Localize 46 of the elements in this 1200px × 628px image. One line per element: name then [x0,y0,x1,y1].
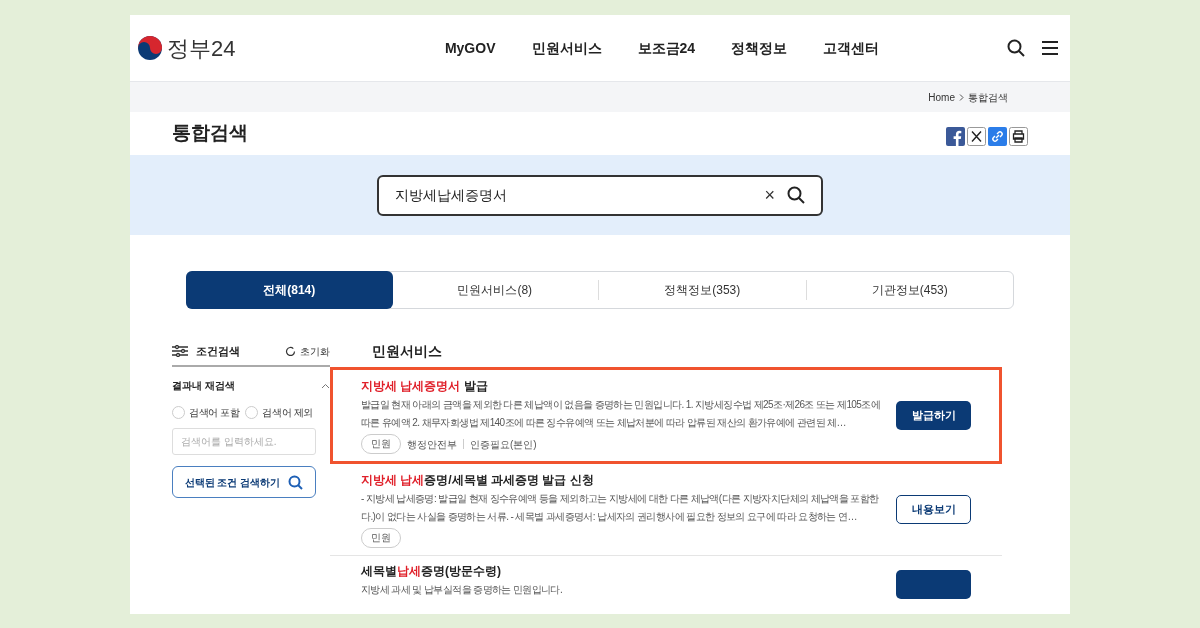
reset-button[interactable]: 초기화 [285,343,330,359]
section-title: 결과내 재검색 [172,379,235,393]
nav-link[interactable]: 민원서비스 [531,37,602,59]
meta-text: 행정안전부 [407,437,457,452]
search-icon [288,474,304,490]
result-description: 발급일 현재 아래의 금액을 제외한 다른 체납액이 없음을 증명하는 민원입니다. 1. 지방세징수법 제25조·제26조 또는 제105조에 따른 유예액 2. 채무자회생법 제140조에 따른 징수유예액 또는 체납처분에 따라 압류된 재산의 환가유예에 관련된 체… [361,398,882,430]
tab[interactable]: 정책정보(353) [599,272,806,308]
menu-icon[interactable] [1041,40,1059,56]
result-title[interactable]: 지방세 납세증명서 발급 [361,377,884,396]
action-button[interactable]: 발급하기 [896,401,971,430]
breadcrumb-current: 통합검색 [968,90,1008,105]
clear-button[interactable]: × [764,181,775,209]
nav-link[interactable]: 고객센터 [823,37,880,59]
result-description: 지방세 과세 및 납부실적을 증명하는 민원입니다. [361,583,564,597]
sidebar-title: 조건검색 [196,343,240,359]
x-icon[interactable] [967,127,986,146]
link-icon[interactable] [988,127,1007,146]
chevron-up-icon[interactable] [321,382,330,389]
search-conditions-button[interactable]: 선택된 조건 검색하기 [172,466,316,498]
logo-text[interactable]: 정부24 [167,31,236,65]
input-field[interactable]: 검색어를 입력하세요. [172,428,316,455]
nav-link[interactable]: 보조금24 [637,37,696,59]
result-title[interactable]: 세목별납세증명(방문수령) [361,562,884,581]
radio-option[interactable]: 검색어 포함 [172,405,240,420]
chevron-icon [959,93,964,101]
search-icon[interactable] [1007,39,1025,57]
search-icon[interactable] [787,186,805,204]
logo-icon [137,35,163,61]
nav-link[interactable]: MyGOV [444,37,496,59]
facebook-icon[interactable] [946,127,965,146]
tab[interactable]: 전체(814) [186,271,393,309]
radio-option[interactable]: 검색어 제외 [245,405,313,420]
reset-icon [285,345,296,357]
filter-icon [172,345,188,357]
nav-link[interactable]: 정책정보 [731,37,788,59]
breadcrumb-link[interactable]: Home [928,89,955,105]
page-title: 통합검색 [172,121,248,146]
tab[interactable]: 기관정보(453) [806,272,1013,308]
search-field[interactable]: 지방세납세증명서 × [377,174,823,216]
result-description: - 지방세 납세증명: 발급일 현재 징수유예액 등을 제외하고는 지방세에 대한 다른 체납액(다른 지방자치단체의 체납액을 포함한다.)이 없다는 사실을 증명하는 서류. - 세목별 과세증명서: 납세자의 권리행사에 필요한 정보의 요구에 따라 요청하는 연… [361,492,880,524]
meta-text: 인증필요(본인) [470,437,537,452]
action-button[interactable]: 내용보기 [896,495,971,524]
result-title[interactable]: 지방세 납세증명/세목별 과세증명 발급 신청 [361,471,884,490]
tab[interactable]: 민원서비스(8) [391,272,598,308]
section-heading: 민원서비스 [372,342,443,361]
print-icon[interactable] [1009,127,1028,146]
